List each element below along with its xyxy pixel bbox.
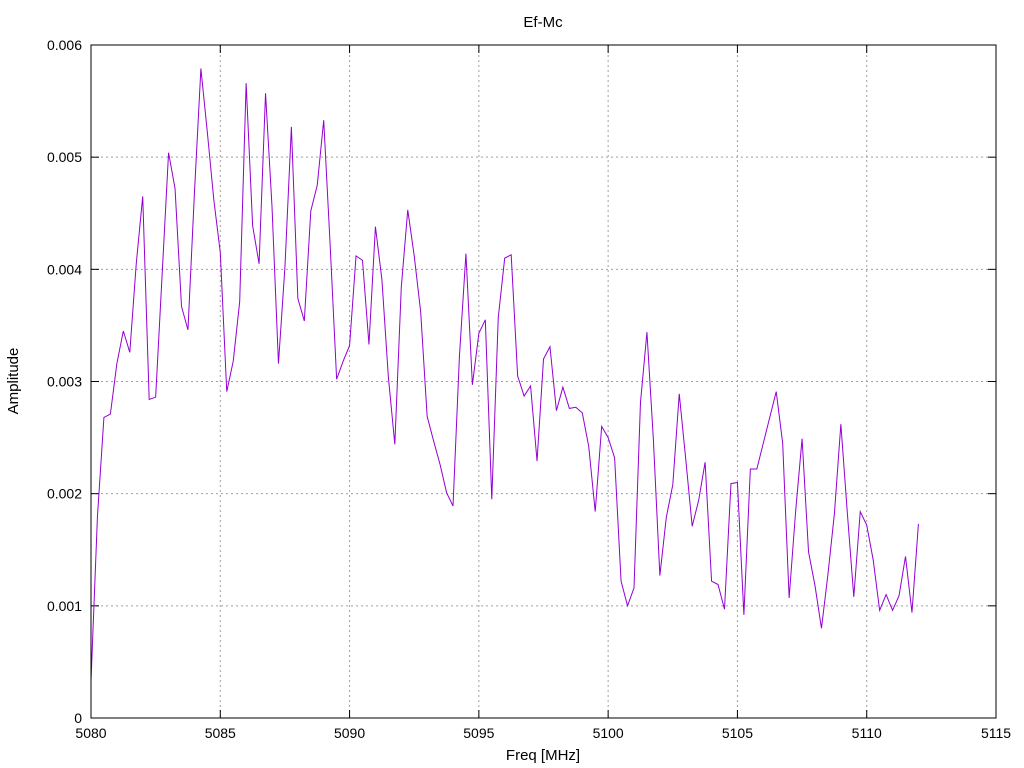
chart-title: Ef-Mc	[523, 14, 563, 31]
x-tick-label: 5110	[852, 725, 882, 741]
chart: 5080 5085 5090 5095 5100 5105 5110 5115 00.0010…	[5, 14, 1011, 764]
y-axis-label: Amplitude	[5, 348, 22, 415]
x-axis-label: Freq [MHz]	[506, 747, 580, 764]
y-tick-label: 0.005	[47, 149, 82, 165]
x-tick-label: 5115	[981, 725, 1011, 741]
x-tick-label: 5080	[75, 725, 106, 741]
x-tick-label: 5095	[463, 725, 494, 741]
y-tick-label: 0	[74, 710, 82, 726]
y-tick-label: 0.003	[47, 374, 82, 390]
x-tick-label: 5100	[593, 725, 624, 741]
y-tick-label: 0.001	[47, 598, 82, 614]
x-tick-labels: 5080 5085 5090 5095 5100 5105 5110 5115	[75, 725, 1011, 741]
x-tick-label: 5105	[722, 725, 753, 741]
series-line	[90, 68, 919, 682]
y-tick-label: 0.006	[47, 37, 82, 53]
series-layer	[90, 68, 919, 682]
y-tick-labels: 0 0.001 0.002 0.003 0.004 0.005 0.006	[47, 37, 82, 726]
x-tick-label: 5085	[205, 725, 236, 741]
x-tick-label: 5090	[334, 725, 365, 741]
y-tick-label: 0.004	[47, 261, 82, 277]
y-tick-label: 0.002	[47, 486, 82, 502]
